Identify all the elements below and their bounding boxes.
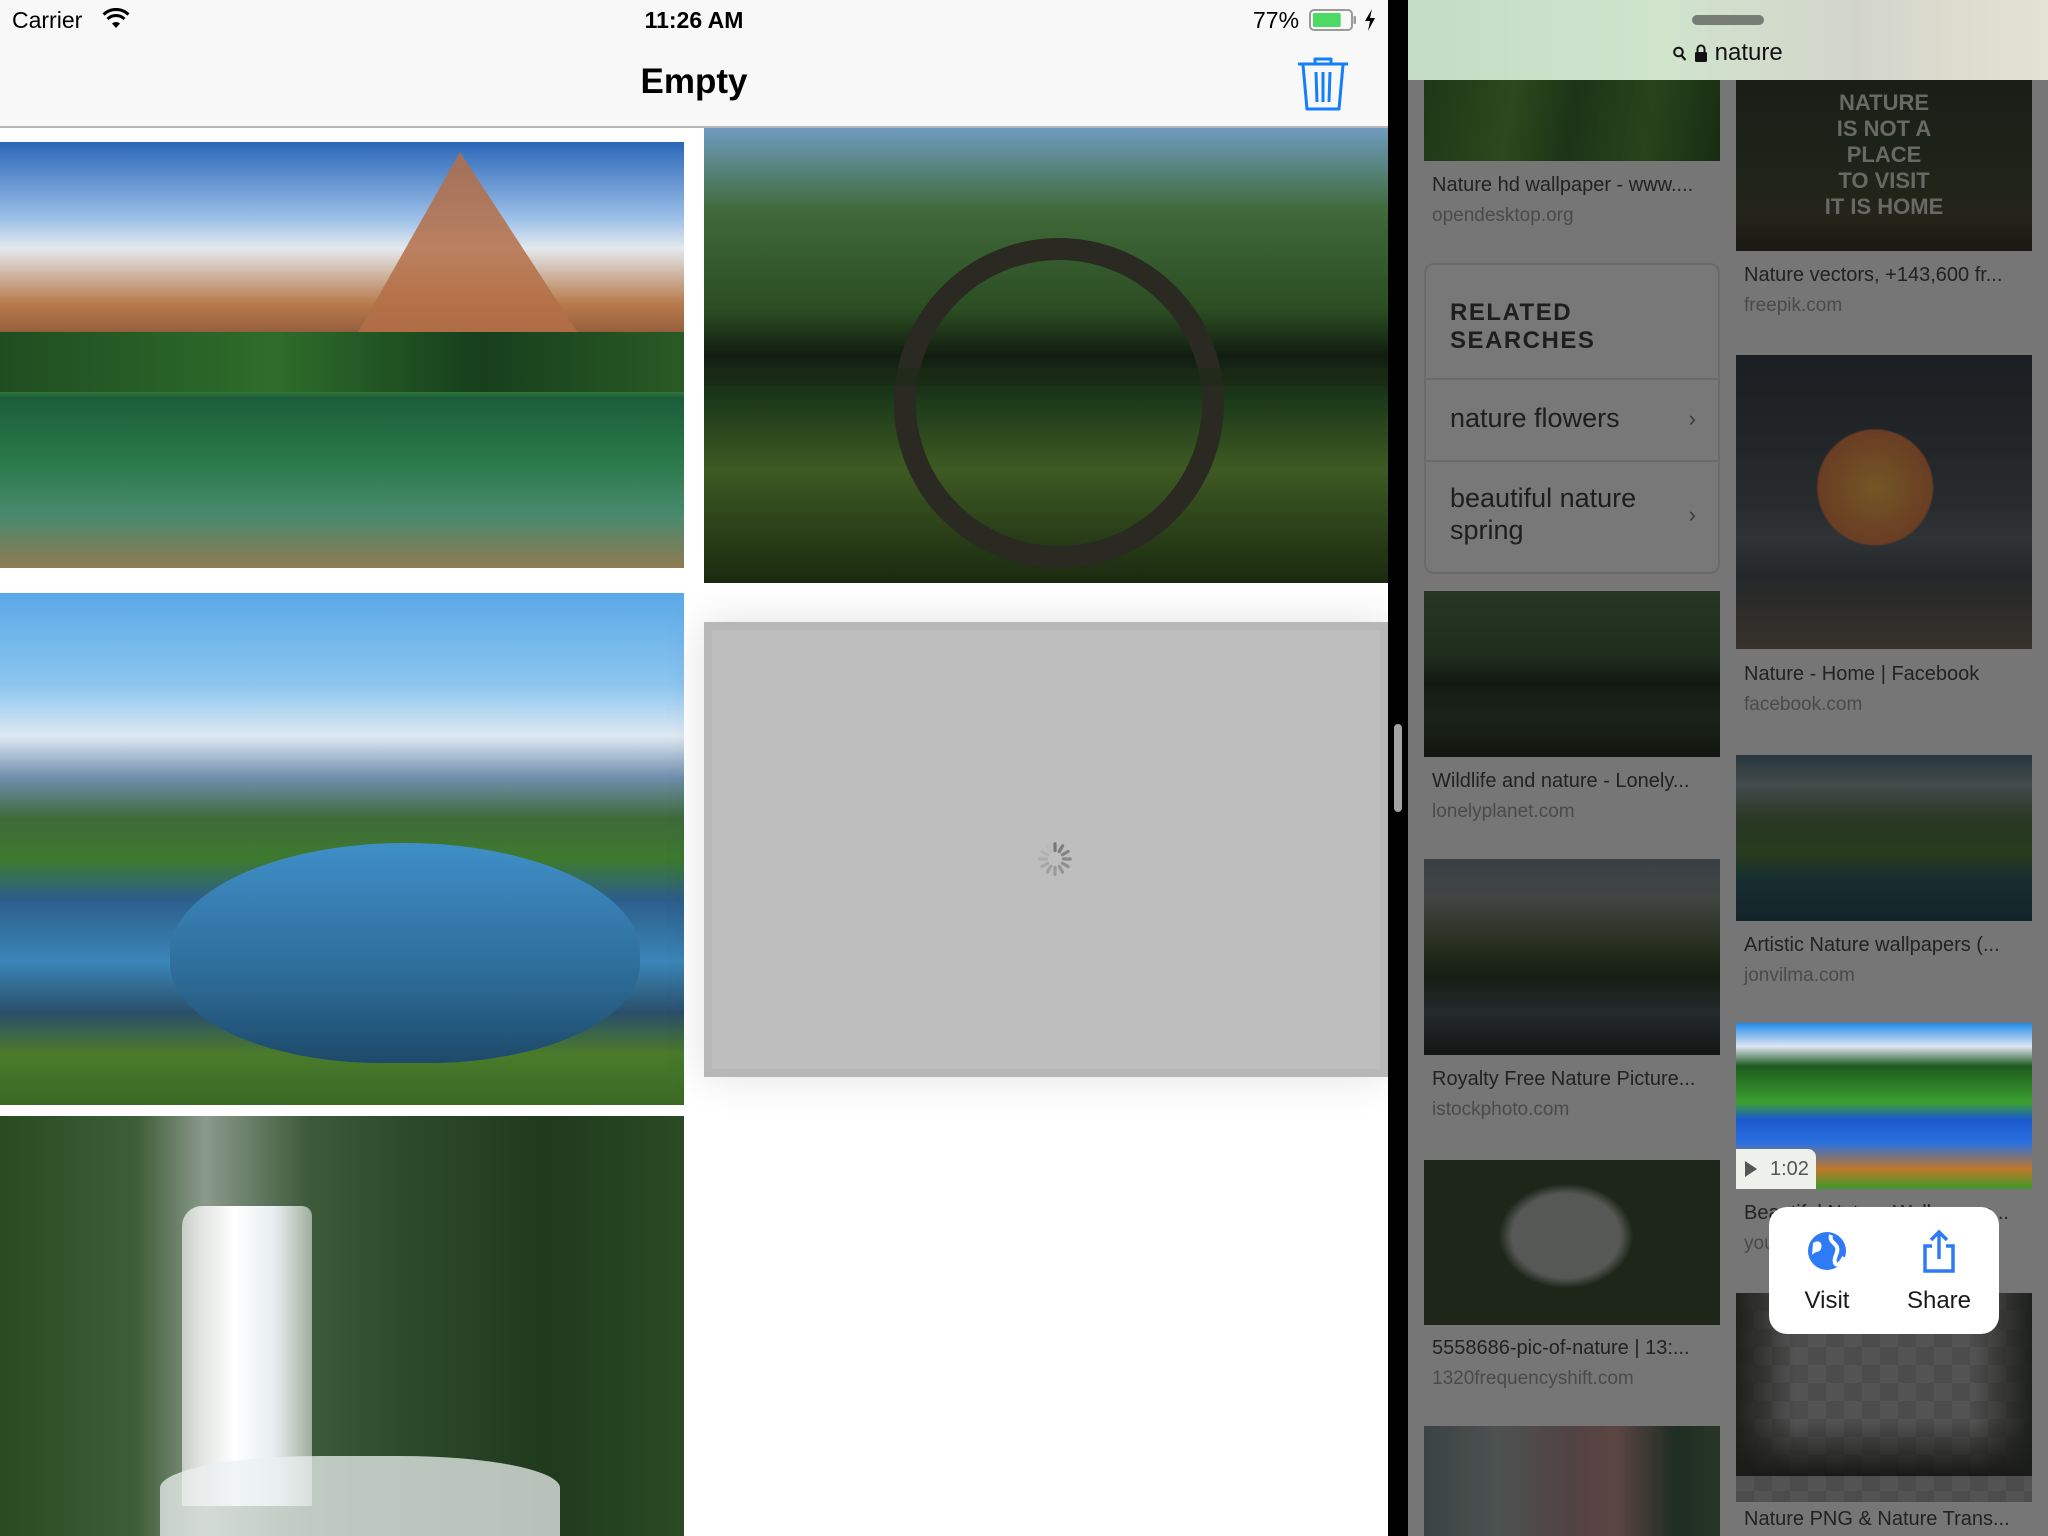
result-thumbnail <box>1424 591 1720 757</box>
split-view-divider-handle[interactable] <box>1394 724 1402 812</box>
globe-icon <box>1808 1232 1846 1270</box>
battery-percent: 77% <box>1253 7 1300 33</box>
image-context-menu: Visit Share <box>1769 1207 1999 1334</box>
share-button[interactable]: Share <box>1889 1207 1989 1334</box>
result-title: Nature vectors, +143,600 fr... <box>1744 264 2003 286</box>
spinner-spoke <box>1060 849 1070 857</box>
gallery-photo-arch-bridge[interactable] <box>704 128 1388 583</box>
spinner-spoke <box>1057 864 1065 874</box>
related-search-label: beautiful nature spring <box>1450 483 1637 545</box>
trash-icon <box>1298 57 1348 111</box>
result-domain: 1320frequencyshift.com <box>1432 1368 1634 1389</box>
result-thumbnail <box>1424 859 1720 1055</box>
result-title: Royalty Free Nature Picture... <box>1432 1068 1696 1090</box>
result-thumbnail <box>1424 1160 1720 1325</box>
lock-icon <box>1694 44 1707 62</box>
related-searches-heading: RELATED SEARCHES <box>1450 299 1596 354</box>
visit-label: Visit <box>1804 1287 1850 1314</box>
video-duration-badge: 1:02 <box>1736 1149 1816 1189</box>
loading-photo-cell <box>704 622 1388 1077</box>
result-domain: istockphoto.com <box>1432 1099 1570 1120</box>
thumbnail-text: NATURE IS NOT A PLACE TO VISIT IT IS HOME <box>1824 90 1944 219</box>
result-title: Wildlife and nature - Lonely... <box>1432 770 1690 792</box>
result-domain: facebook.com <box>1744 694 1863 715</box>
status-bar: Carrier 11:26 AM 77% <box>0 0 1388 40</box>
arch-shape <box>894 238 1224 568</box>
result-thumbnail <box>1424 1426 1720 1536</box>
spinner-spoke <box>1060 861 1070 869</box>
slide-over-grabber[interactable] <box>1692 15 1764 25</box>
search-query: nature <box>1714 39 1783 66</box>
search-icon <box>1673 46 1687 61</box>
spinner-spoke <box>1057 844 1065 854</box>
spinner-spoke <box>1040 849 1050 857</box>
browser-slide-over: nature Nature hd wallpaper - www.... ope… <box>1408 0 2048 1536</box>
browser-address-bar[interactable]: nature <box>1408 0 2048 80</box>
loading-placeholder <box>712 630 1380 1069</box>
share-label: Share <box>1906 1287 1972 1314</box>
result-title: Artistic Nature wallpapers (... <box>1744 934 2000 956</box>
reflection-line <box>704 368 1388 386</box>
spinner-icon <box>1038 842 1072 876</box>
result-thumbnail <box>1736 755 2032 921</box>
result-title: Nature - Home | Facebook <box>1744 663 1980 685</box>
spinner-spoke <box>1045 844 1053 854</box>
page-title: Empty <box>640 62 748 101</box>
stream-shape <box>160 1456 560 1536</box>
result-title: Nature PNG & Nature Trans... <box>1744 1508 2010 1530</box>
related-searches-panel: RELATED SEARCHES nature flowers › beauti… <box>1424 263 1720 574</box>
result-domain: lonelyplanet.com <box>1432 801 1575 822</box>
related-search-label: nature flowers <box>1450 403 1620 433</box>
result-domain: freepik.com <box>1744 295 1843 316</box>
visit-button[interactable]: Visit <box>1777 1207 1877 1334</box>
photo-gallery-app: Carrier 11:26 AM 77% Empty <box>0 0 1388 1536</box>
result-thumbnail: NATURE IS NOT A PLACE TO VISIT IT IS HOME <box>1736 70 2032 251</box>
share-icon <box>1923 1229 1955 1273</box>
gallery-photo-mountain-lake[interactable] <box>0 142 684 568</box>
chevron-right-icon: › <box>1688 406 1696 431</box>
spinner-spoke <box>1045 864 1053 874</box>
result-domain: opendesktop.org <box>1432 205 1574 226</box>
related-search-item[interactable]: beautiful nature spring › <box>1426 460 1718 572</box>
result-thumbnail <box>1736 355 2032 649</box>
related-search-item[interactable]: nature flowers › <box>1426 378 1718 460</box>
result-title: Nature hd wallpaper - www.... <box>1432 174 1694 196</box>
clock: 11:26 AM <box>644 7 744 33</box>
delete-button[interactable] <box>1294 56 1352 112</box>
url-display[interactable]: nature <box>1408 39 2048 67</box>
gallery-photo-waterfall[interactable] <box>0 1116 684 1536</box>
video-duration: 1:02 <box>1770 1158 1809 1180</box>
gallery-photo-alpine-lake[interactable] <box>0 593 684 1105</box>
result-title: 5558686-pic-of-nature | 13:... <box>1432 1337 1690 1359</box>
result-thumbnail <box>1424 70 1720 161</box>
play-icon <box>1745 1161 1757 1177</box>
navigation-bar: Empty <box>0 40 1388 128</box>
charging-bolt-icon <box>1365 9 1375 31</box>
battery-icon <box>1309 9 1356 31</box>
result-domain: jonvilma.com <box>1744 965 1855 986</box>
spinner-spoke <box>1040 861 1050 869</box>
result-thumbnail: 1:02 <box>1736 1023 2032 1189</box>
lake-shape <box>170 843 640 1063</box>
chevron-right-icon: › <box>1688 502 1696 527</box>
